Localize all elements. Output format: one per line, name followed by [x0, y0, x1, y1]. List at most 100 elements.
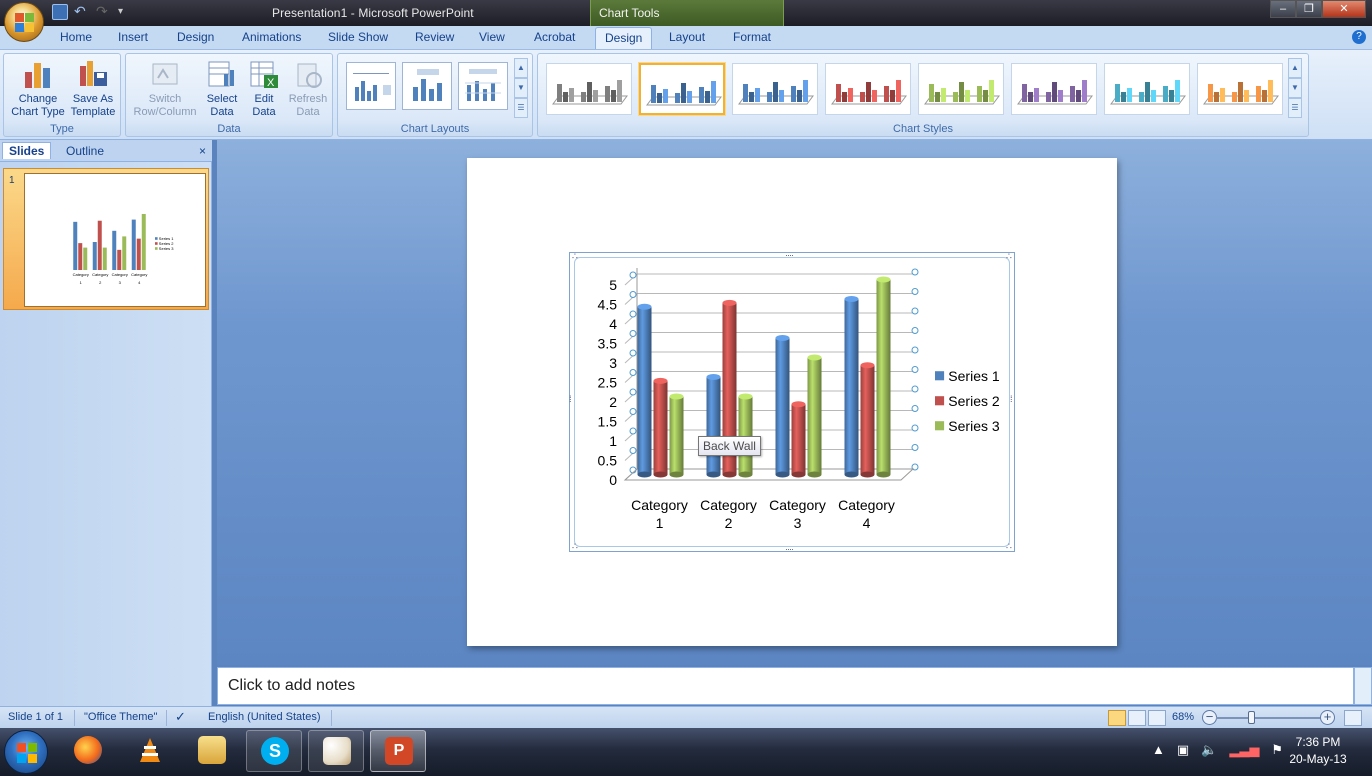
notes-scrollbar[interactable]: [1354, 667, 1372, 705]
fit-to-window-icon[interactable]: [1344, 710, 1362, 726]
change-chart-type-button[interactable]: Change Chart Type: [8, 58, 68, 119]
refresh-data-icon: [292, 58, 324, 90]
device-icon[interactable]: ▣: [1177, 742, 1189, 758]
tab-chart-layout[interactable]: Layout: [669, 30, 705, 44]
close-button[interactable]: ✕: [1322, 0, 1366, 18]
slide-thumbnail-item[interactable]: 1 Category 1 Category 2 Category 3 Category 4 Se…: [3, 168, 209, 310]
chart-styles-scroll[interactable]: ▲ ▼ ☰: [1288, 58, 1302, 118]
chart-style-5[interactable]: [918, 63, 1004, 115]
zoom-slider-track[interactable]: [1216, 717, 1320, 719]
tab-slides[interactable]: Slides: [2, 142, 52, 159]
skype-icon: S: [261, 737, 289, 765]
resize-handle[interactable]: ∴: [1006, 542, 1012, 551]
edit-data-label-2: Data: [252, 106, 276, 118]
resize-handle[interactable]: ∴: [572, 542, 578, 551]
undo-icon[interactable]: ↶: [74, 4, 90, 20]
ribbon-tabs: Home Insert Design Animations Slide Show…: [0, 26, 1372, 50]
edit-data-button[interactable]: X Edit Data: [244, 58, 284, 119]
slide-show-view-icon[interactable]: [1148, 710, 1166, 726]
resize-handle[interactable]: ····: [785, 545, 794, 554]
clock[interactable]: 7:36 PM 20-May-13: [1278, 734, 1358, 768]
tab-chart-format[interactable]: Format: [733, 30, 771, 44]
switch-label-1: Switch: [148, 93, 182, 105]
refresh-data-button[interactable]: Refresh Data: [286, 58, 330, 119]
clock-time: 7:36 PM: [1295, 735, 1341, 749]
divider: [74, 710, 75, 726]
select-data-button[interactable]: Select Data: [202, 58, 242, 119]
start-button[interactable]: [4, 730, 48, 774]
taskbar-powerpoint[interactable]: P: [370, 730, 426, 772]
switch-label-2: Row/Column: [133, 106, 197, 118]
scroll-up-icon[interactable]: ▲: [514, 58, 528, 78]
chart-layouts-scroll[interactable]: ▲ ▼ ☰: [514, 58, 528, 118]
tab-home[interactable]: Home: [60, 30, 92, 44]
chart-style-1[interactable]: [546, 63, 632, 115]
chart-style-2[interactable]: [639, 63, 725, 115]
chart-style-3[interactable]: [732, 63, 818, 115]
tab-chart-design[interactable]: Design: [595, 27, 653, 49]
taskbar-vlc[interactable]: [122, 730, 178, 772]
gallery-more-icon[interactable]: ☰: [514, 98, 528, 118]
resize-handle[interactable]: ····: [785, 251, 794, 260]
chart-area[interactable]: [574, 257, 1010, 547]
tab-insert[interactable]: Insert: [118, 30, 148, 44]
chart-layout-2[interactable]: [402, 62, 452, 110]
tab-outline[interactable]: Outline: [60, 143, 110, 159]
redo-icon[interactable]: ↷: [96, 4, 112, 20]
tab-slide-show[interactable]: Slide Show: [328, 30, 388, 44]
gallery-more-icon[interactable]: ☰: [1288, 98, 1302, 118]
tab-design[interactable]: Design: [177, 30, 214, 44]
tab-animations[interactable]: Animations: [242, 30, 301, 44]
slide-sorter-view-icon[interactable]: [1128, 710, 1146, 726]
taskbar-firefox[interactable]: [60, 730, 116, 772]
volume-icon[interactable]: 🔈: [1201, 742, 1217, 758]
chart-selection-frame[interactable]: [569, 252, 1015, 552]
scroll-up-icon[interactable]: ▲: [1288, 58, 1302, 78]
normal-view-icon[interactable]: [1108, 710, 1126, 726]
show-hidden-icons-icon[interactable]: ▲: [1152, 742, 1165, 758]
legend-swatch: [155, 242, 158, 245]
divider: [166, 710, 167, 726]
resize-handle[interactable]: ∴: [1006, 252, 1012, 261]
save-icon[interactable]: [52, 4, 68, 20]
chart-style-4[interactable]: [825, 63, 911, 115]
tab-view[interactable]: View: [479, 30, 505, 44]
title-bar: ↶ ↷ ▾ Presentation1 - Microsoft PowerPoi…: [0, 0, 1372, 26]
zoom-slider-thumb[interactable]: [1248, 711, 1255, 724]
chart-bar: [141, 214, 146, 270]
language[interactable]: English (United States): [208, 711, 321, 723]
chart-layout-3[interactable]: [458, 62, 508, 110]
spellcheck-icon[interactable]: ✓: [175, 709, 186, 725]
taskbar-skype[interactable]: S: [246, 730, 302, 772]
network-icon[interactable]: ▂▃▅: [1229, 742, 1259, 758]
notes-pane[interactable]: Click to add notes: [217, 667, 1354, 705]
save-as-template-button[interactable]: Save As Template: [66, 58, 120, 119]
scroll-down-icon[interactable]: ▼: [1288, 78, 1302, 98]
resize-handle[interactable]: ⁞: [1010, 395, 1012, 404]
taskbar: S P ▲ ▣ 🔈 ▂▃▅ ⚑ 7:36 PM 20-May-13: [0, 728, 1372, 776]
close-panel-icon[interactable]: ×: [199, 144, 206, 158]
zoom-in-icon[interactable]: +: [1320, 710, 1335, 725]
resize-handle[interactable]: ⁞: [569, 395, 571, 404]
slide-thumbnail[interactable]: Category 1 Category 2 Category 3 Category 4 Seri…: [24, 173, 206, 307]
maximize-button[interactable]: ❐: [1296, 0, 1322, 18]
taskbar-explorer[interactable]: [184, 730, 240, 772]
tab-acrobat[interactable]: Acrobat: [534, 30, 575, 44]
tab-review[interactable]: Review: [415, 30, 454, 44]
zoom-level[interactable]: 68%: [1172, 711, 1194, 723]
customize-qat-icon[interactable]: ▾: [118, 4, 134, 20]
minimize-button[interactable]: –: [1270, 0, 1296, 18]
chart-style-6[interactable]: [1011, 63, 1097, 115]
panel-tabs: Slides Outline ×: [0, 140, 212, 162]
resize-handle[interactable]: ∴: [572, 252, 578, 261]
help-icon[interactable]: ?: [1352, 30, 1366, 44]
zoom-out-icon[interactable]: −: [1202, 710, 1217, 725]
switch-row-column-button[interactable]: Switch Row/Column: [130, 58, 200, 119]
chart-style-7[interactable]: [1104, 63, 1190, 115]
chart-layout-1[interactable]: [346, 62, 396, 110]
taskbar-paint[interactable]: [308, 730, 364, 772]
scroll-down-icon[interactable]: ▼: [514, 78, 528, 98]
office-button[interactable]: [4, 2, 44, 42]
chart-style-8[interactable]: [1197, 63, 1283, 115]
save-as-template-label-1: Save As: [72, 93, 114, 105]
